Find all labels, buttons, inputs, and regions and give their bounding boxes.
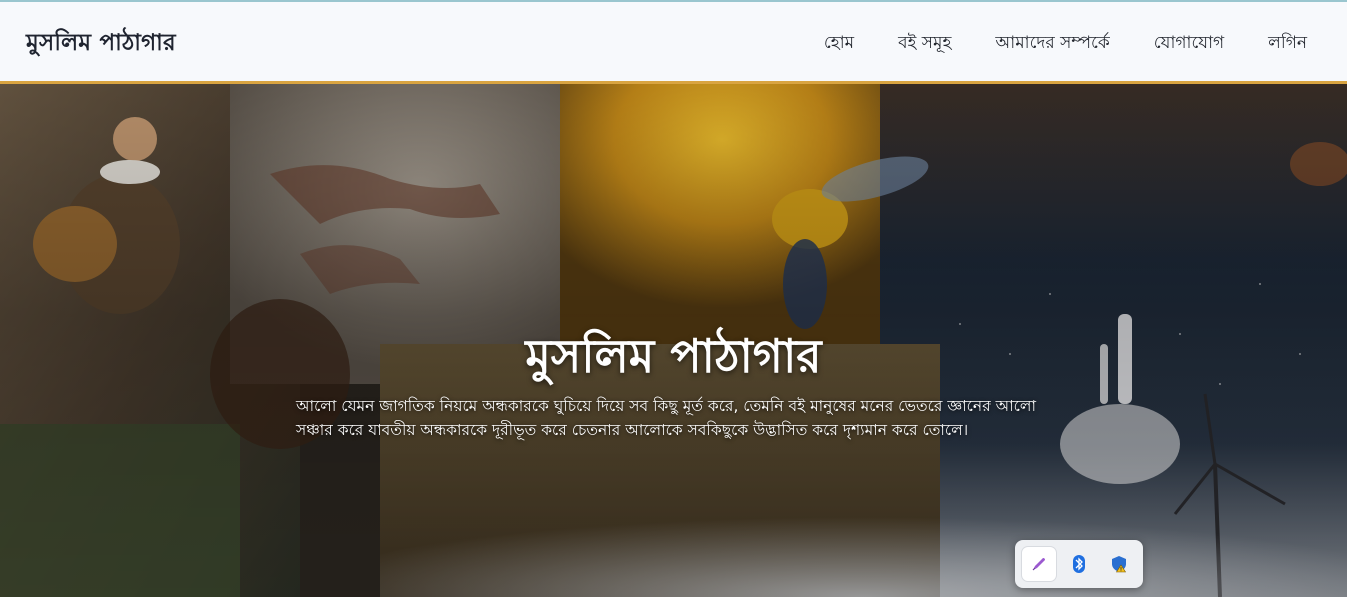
pen-icon[interactable] bbox=[1022, 547, 1056, 581]
hero-section: মুসলিম পাঠাগার আলো যেমন জাগতিক নিয়মে অন… bbox=[0, 84, 1347, 597]
nav-link-login[interactable]: লগিন bbox=[1268, 30, 1307, 58]
nav-link-contact[interactable]: যোগাযোগ bbox=[1154, 30, 1224, 58]
nav-link-about[interactable]: আমাদের সম্পর্কে bbox=[995, 30, 1109, 58]
navbar: মুসলিম পাঠাগার হোম বই সমূহ আমাদের সম্পর্… bbox=[0, 2, 1347, 84]
nav-link-home[interactable]: হোম bbox=[824, 30, 854, 58]
system-tray-popup bbox=[1015, 540, 1143, 588]
hero-subtitle: আলো যেমন জাগতিক নিয়মে অন্ধকারকে ঘুচিয়ে… bbox=[296, 397, 1036, 439]
bluetooth-icon[interactable] bbox=[1062, 547, 1096, 581]
security-warning-icon[interactable] bbox=[1102, 547, 1136, 581]
brand-logo[interactable]: মুসলিম পাঠাগার bbox=[26, 24, 176, 63]
nav-links: হোম বই সমূহ আমাদের সম্পর্কে যোগাযোগ লগিন bbox=[780, 30, 1307, 58]
nav-link-books[interactable]: বই সমূহ bbox=[898, 30, 951, 58]
hero-title: মুসলিম পাঠাগার bbox=[525, 329, 822, 383]
